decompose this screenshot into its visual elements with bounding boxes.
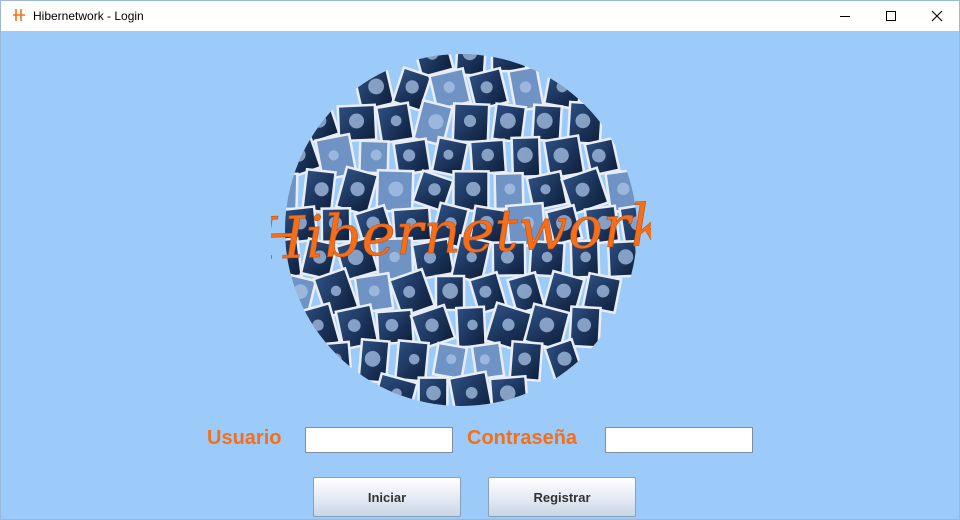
- window-title: Hibernetwork - Login: [33, 9, 144, 23]
- photo-tile: [468, 138, 508, 176]
- login-panel: Hibernetwork Usuario Contraseña Iniciar …: [1, 31, 959, 519]
- close-icon: [931, 10, 943, 22]
- photo-tile: [488, 374, 530, 406]
- photo-tile: [447, 370, 495, 406]
- minimize-button[interactable]: [822, 1, 868, 31]
- login-button[interactable]: Iniciar: [313, 477, 461, 517]
- username-label: Usuario: [207, 427, 282, 449]
- logo-photo-collage: Hibernetwork: [271, 54, 651, 406]
- photo-tile: [431, 341, 469, 381]
- title-bar[interactable]: Hibernetwork - Login: [1, 1, 959, 31]
- maximize-icon: [886, 11, 896, 21]
- photo-tile: [374, 101, 416, 145]
- maximize-button[interactable]: [868, 1, 914, 31]
- photo-tile: [510, 135, 542, 179]
- logo-text: Hibernetwork: [271, 191, 651, 273]
- app-icon: [13, 9, 25, 21]
- photo-tile: [451, 102, 491, 144]
- password-input[interactable]: [605, 427, 753, 453]
- login-window: Hibernetwork - Login Hibernetwork Usuari…: [0, 0, 960, 520]
- minimize-icon: [840, 16, 850, 17]
- password-label: Contraseña: [467, 427, 578, 449]
- photo-tile: [417, 376, 449, 406]
- photo-tile: [454, 305, 488, 349]
- photo-tile: [318, 340, 354, 382]
- username-input[interactable]: [305, 427, 453, 453]
- close-button[interactable]: [914, 1, 959, 31]
- register-button[interactable]: Registrar: [488, 477, 636, 517]
